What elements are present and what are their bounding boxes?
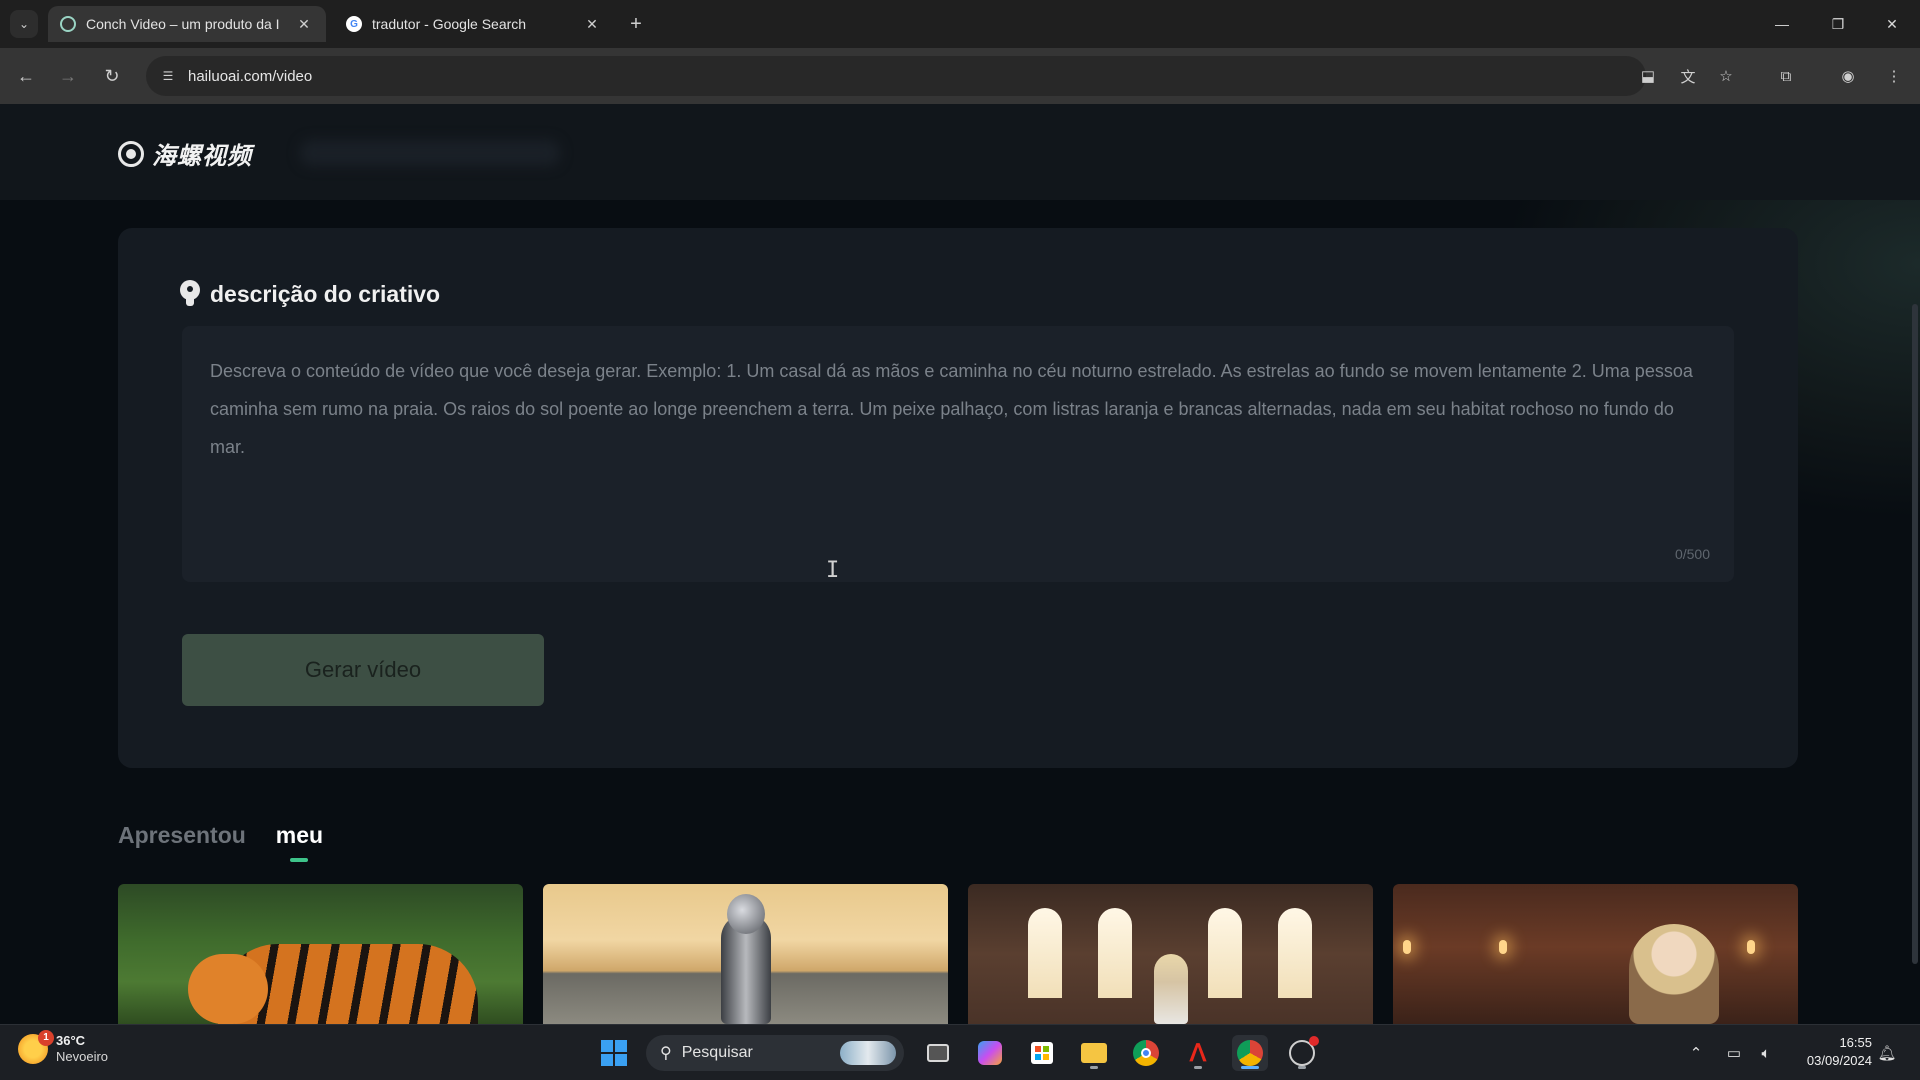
- page-content: 海螺视频 descrição do criativo Descreva o co…: [0, 104, 1920, 1024]
- extensions-icon[interactable]: ⧉: [1772, 62, 1800, 90]
- clock-date: 03/09/2024: [1806, 1053, 1872, 1068]
- tab-title: Conch Video – um produto da I: [86, 16, 280, 32]
- start-button[interactable]: [596, 1035, 632, 1071]
- site-settings-icon[interactable]: ☰: [158, 66, 178, 86]
- conch-logo-icon: [118, 140, 144, 167]
- arrow-left-icon: ←: [17, 65, 35, 86]
- video-thumbnail[interactable]: [968, 884, 1373, 1024]
- creative-heading-text: descrição do criativo: [210, 280, 441, 307]
- profile-avatar-icon[interactable]: ◉: [1834, 62, 1862, 90]
- site-logo[interactable]: 海螺视频: [118, 136, 252, 171]
- windows-logo-icon: [601, 1040, 627, 1066]
- translate-icon[interactable]: 文: [1674, 62, 1702, 90]
- taskbar-clock[interactable]: 16:55 03/09/2024: [1788, 1034, 1872, 1070]
- minimize-button[interactable]: —: [1754, 0, 1810, 48]
- tab-google-search[interactable]: G tradutor - Google Search ✕: [334, 6, 614, 42]
- task-view-icon[interactable]: [920, 1035, 956, 1071]
- video-thumbnail[interactable]: [118, 884, 523, 1024]
- creative-panel: descrição do criativo Descreva o conteúd…: [118, 228, 1798, 768]
- chevron-up-icon[interactable]: ⌃: [1682, 1035, 1710, 1071]
- tab-meu[interactable]: meu: [276, 822, 323, 849]
- weather-temperature: 36°C: [56, 1033, 86, 1048]
- reload-icon: ↻: [104, 65, 120, 86]
- page-scrollbar[interactable]: [1912, 304, 1918, 964]
- weather-widget[interactable]: 1 36°C Nevoeiro: [18, 1030, 109, 1065]
- site-header: 海螺视频: [0, 104, 1920, 200]
- generate-video-button[interactable]: Gerar vídeo: [182, 634, 544, 706]
- arrow-right-icon: →: [59, 65, 77, 86]
- gallery-tabs: Apresentou meu: [118, 822, 323, 849]
- url-text: hailuoai.com/video: [188, 67, 313, 85]
- tab-conch-video[interactable]: Conch Video – um produto da I ✕: [48, 6, 326, 42]
- conch-favicon-icon: [60, 16, 76, 32]
- address-bar[interactable]: ☰ hailuoai.com/video: [146, 56, 1646, 96]
- creative-heading: descrição do criativo: [180, 280, 440, 308]
- video-gallery: [118, 884, 1798, 1024]
- close-tab-icon[interactable]: ✕: [294, 16, 314, 33]
- install-app-icon[interactable]: ⬓: [1634, 62, 1662, 90]
- tab-apresentou[interactable]: Apresentou: [118, 822, 246, 849]
- windows-taskbar: 1 36°C Nevoeiro ⚲ Pesquisar ⴷ ⌃ ▭ 🔈︎ 16:…: [0, 1024, 1920, 1080]
- text-cursor-icon: I: [826, 558, 840, 583]
- video-thumbnail[interactable]: [1393, 884, 1798, 1024]
- network-icon[interactable]: ▭: [1718, 1035, 1750, 1071]
- back-button[interactable]: ←: [12, 62, 40, 90]
- copilot-icon[interactable]: [972, 1035, 1008, 1071]
- character-counter: 0/500: [1674, 546, 1710, 562]
- notifications-bell-icon[interactable]: 🔔︎: [1872, 1035, 1902, 1071]
- new-tab-button[interactable]: +: [624, 12, 648, 36]
- notification-badge: 1: [38, 1030, 54, 1046]
- acrobat-icon[interactable]: ⴷ: [1180, 1035, 1216, 1071]
- prompt-placeholder: Descreva o conteúdo de vídeo que você de…: [210, 361, 1693, 457]
- restore-button[interactable]: ❐: [1810, 0, 1866, 48]
- microsoft-store-icon[interactable]: [1024, 1035, 1060, 1071]
- browser-tab-strip: ⌄ Conch Video – um produto da I ✕ G trad…: [0, 0, 1920, 48]
- search-highlight-image: [840, 1041, 896, 1065]
- lightbulb-icon: [180, 280, 200, 308]
- google-favicon-icon: G: [346, 16, 362, 32]
- chrome-profile-icon[interactable]: [1232, 1035, 1268, 1071]
- file-explorer-icon[interactable]: [1076, 1035, 1112, 1071]
- logo-text: 海螺视频: [152, 143, 252, 170]
- close-window-button[interactable]: ✕: [1864, 0, 1920, 48]
- video-thumbnail[interactable]: [543, 884, 948, 1024]
- tab-search-button[interactable]: ⌄: [10, 10, 38, 38]
- forward-button[interactable]: →: [54, 62, 82, 90]
- browser-toolbar: ← → ↻ ☰ hailuoai.com/video ⬓ 文 ☆ ⧉ ◉ ⋮: [0, 48, 1920, 104]
- prompt-textarea[interactable]: Descreva o conteúdo de vídeo que você de…: [182, 326, 1734, 582]
- chevron-down-icon: ⌄: [18, 17, 30, 31]
- chrome-icon[interactable]: [1128, 1035, 1164, 1071]
- weather-sun-icon: 1: [18, 1030, 54, 1064]
- search-icon: ⚲: [660, 1045, 672, 1062]
- close-tab-icon[interactable]: ✕: [582, 16, 602, 33]
- taskbar-search-label: Pesquisar: [681, 1044, 753, 1061]
- browser-menu-icon[interactable]: ⋮: [1880, 62, 1908, 90]
- app-icon[interactable]: [1284, 1035, 1320, 1071]
- bookmark-star-icon[interactable]: ☆: [1712, 62, 1740, 90]
- blurred-header-area: [300, 140, 560, 166]
- clock-time: 16:55: [1839, 1035, 1872, 1050]
- tab-title: tradutor - Google Search: [372, 16, 527, 32]
- volume-icon[interactable]: 🔈︎: [1750, 1035, 1782, 1071]
- weather-condition: Nevoeiro: [56, 1049, 109, 1064]
- taskbar-search[interactable]: ⚲ Pesquisar: [646, 1035, 904, 1071]
- reload-button[interactable]: ↻: [98, 62, 126, 90]
